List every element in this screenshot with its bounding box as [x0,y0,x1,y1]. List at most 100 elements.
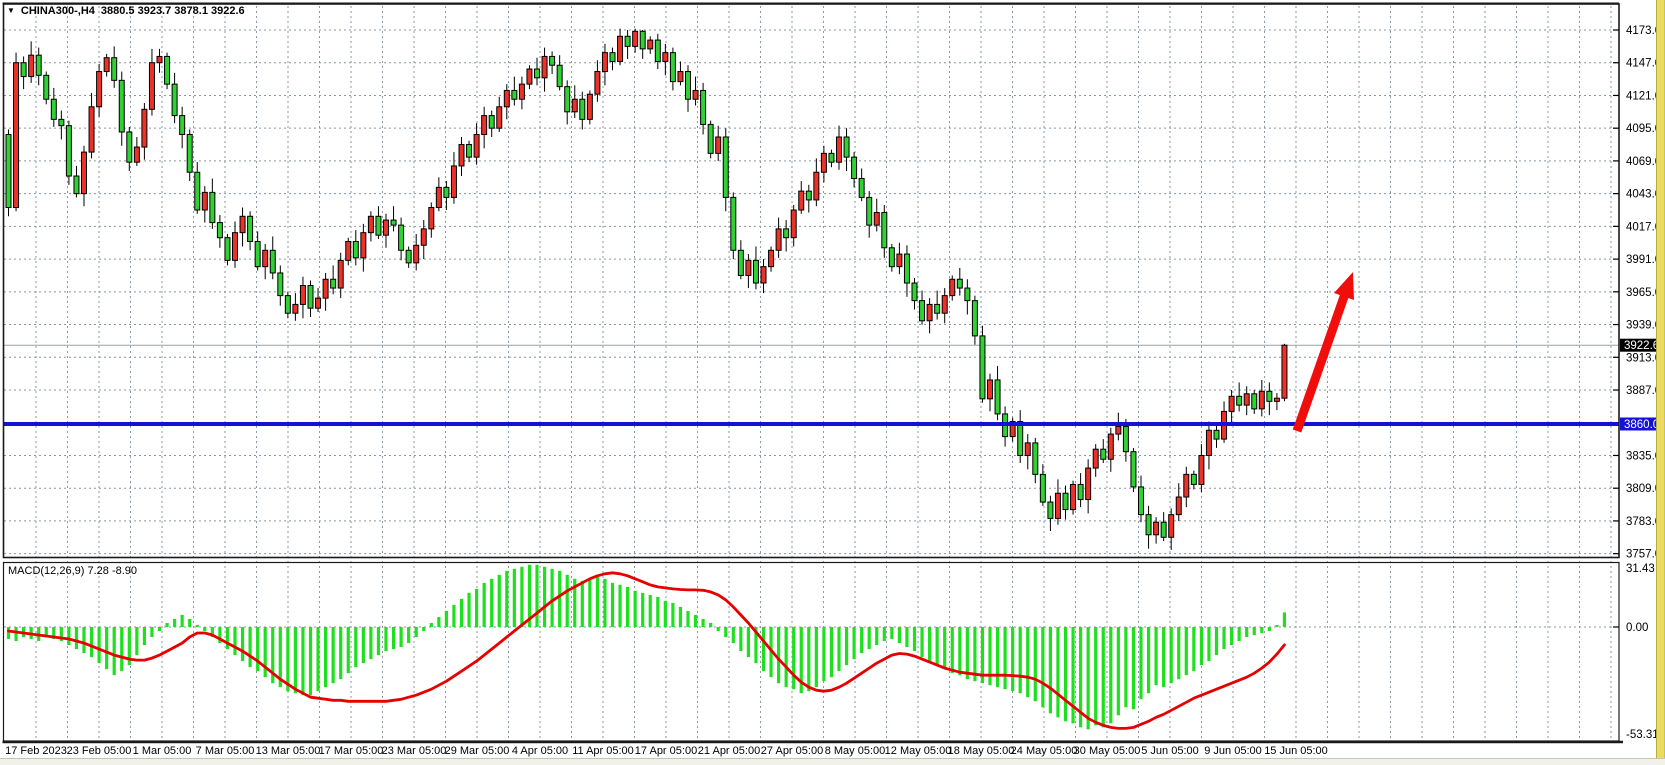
macd-histogram-bar [1011,627,1014,691]
macd-histogram-bar [1275,625,1278,627]
candlestick [165,56,170,84]
macd-histogram-bar [566,575,569,627]
candlestick [980,336,985,399]
date-label: 4 Apr 05:00 [512,745,568,757]
candlestick [814,172,819,200]
candlestick [1214,430,1219,439]
candlestick [346,241,351,260]
candlestick [867,197,872,225]
macd-histogram-bar [513,569,516,627]
candlestick [391,220,396,225]
macd-histogram-bar [1041,627,1044,707]
macd-signal-line [9,573,1285,729]
macd-histogram-bar [709,623,712,627]
macd-histogram-bar [332,627,335,683]
trend-arrow[interactable] [1297,291,1346,431]
macd-histogram-bar [467,593,470,627]
candlestick [988,380,993,399]
candlestick [731,197,736,250]
macd-histogram-bar [1155,627,1158,685]
candlestick [1146,515,1151,535]
macd-histogram-bar [739,627,742,651]
candlestick [414,245,419,263]
candlestick [1169,515,1174,538]
macd-histogram-bar [928,627,931,661]
date-label: 27 Apr 05:00 [761,745,823,757]
candlestick [361,233,366,258]
macd-histogram-bar [226,627,229,649]
macd-histogram-bar [1019,627,1022,693]
macd-histogram-bar [181,615,184,627]
candlestick [36,55,41,75]
macd-histogram-bar [634,591,637,627]
window-bottom-edge [0,758,1665,765]
candlestick [263,250,268,266]
candlestick [210,192,215,222]
candlestick [618,36,623,61]
macd-histogram-bar [1049,627,1052,713]
candlestick [761,267,766,283]
macd-histogram-bar [626,587,629,627]
macd-histogram-bar [483,583,486,627]
candlestick [1078,484,1083,499]
candlestick [421,229,426,245]
candlestick [965,288,970,301]
candlestick [602,53,607,72]
chart-canvas[interactable]: 4173.04147.04121.04095.04069.04043.04017… [0,0,1665,765]
candlestick [512,90,517,99]
macd-histogram-bar [702,619,705,627]
candlestick [550,56,555,65]
time-axis[interactable]: 17 Feb 202323 Feb 05:001 Mar 05:007 Mar … [3,742,1624,757]
candlestick [217,223,222,238]
macd-histogram-bar [1117,627,1120,715]
candlestick [497,107,502,128]
candlestick [1108,434,1113,459]
candlestick [482,116,487,135]
current-price-marker-label: 3922.6 [1624,340,1659,352]
macd-histogram-bar [1200,627,1203,665]
macd-histogram-bar [951,627,954,673]
date-label: 8 May 05:00 [825,745,886,757]
candlestick [195,172,200,210]
candlestick [655,40,660,61]
trend-arrow-head[interactable] [1334,272,1354,300]
candlestick [66,126,71,176]
macd-tick-label: 31.43 [1626,563,1655,575]
candlestick [716,137,721,153]
candlestick [504,90,509,106]
chevron-down-icon[interactable]: ▼ [7,6,15,15]
macd-histogram-bar [535,565,538,627]
candlestick [670,53,675,82]
right-edge-strip [1656,0,1665,765]
candlestick [467,145,472,158]
candlestick [957,279,962,288]
candlestick [738,250,743,275]
candlestick [535,69,540,78]
macd-histogram-bar [445,611,448,627]
macd-panel [4,563,1620,742]
macd-histogram-bar [339,627,342,679]
macd-histogram-bar [249,627,252,667]
candlestick [119,80,124,132]
candlestick [625,36,630,46]
macd-histogram-bar [415,627,418,637]
candlestick [935,304,940,313]
candlestick [791,210,796,238]
candlestick [1048,502,1053,518]
date-label: 18 May 05:00 [948,745,1015,757]
candlestick [942,296,947,314]
macd-histogram-bar [641,593,644,627]
macd-histogram-bar [135,627,138,655]
date-label: 15 Jun 05:00 [1264,745,1328,757]
date-label: 17 Apr 05:00 [635,745,697,757]
macd-histogram-bar [1056,627,1059,717]
candlestick [225,238,230,261]
candlestick [1063,493,1068,509]
grid [4,6,1619,741]
candlestick [701,90,706,124]
macd-histogram-bar [67,627,70,645]
macd-tick-label: 0.00 [1626,622,1648,634]
macd-histogram-bar [890,627,893,639]
macd-histogram-bar [822,627,825,681]
macd-histogram-bar [188,619,191,627]
